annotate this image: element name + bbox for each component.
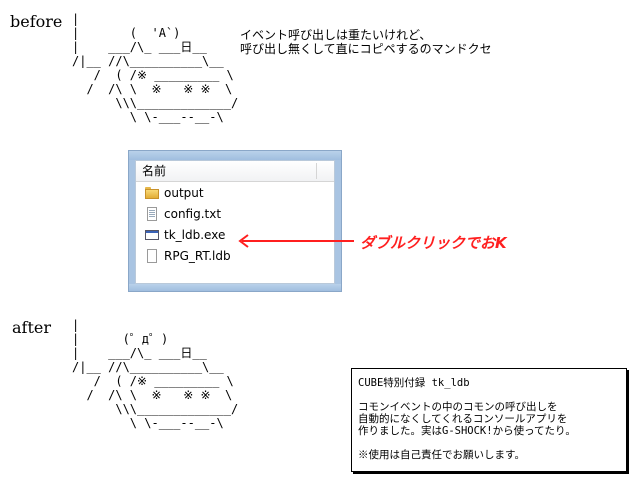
explorer-window: 名前 output config.txt tk_ldb.exe RPG_RT.l… (128, 150, 342, 292)
before-heading: before (10, 12, 63, 31)
before-note-line-2: 呼び出し無くして直にコピペするのマンドクセ (240, 42, 492, 56)
before-ascii-art: | | ( 'A`) | ___/\_ ___日__ /|__ //\_____… (72, 12, 239, 124)
file-name: output (164, 185, 204, 200)
text-file-icon (144, 206, 160, 222)
column-header-name[interactable]: 名前 (136, 161, 334, 182)
info-box-line-1: コモンイベントの中のコモンの呼び出しを (358, 401, 558, 413)
folder-icon (144, 185, 160, 201)
file-list: 名前 output config.txt tk_ldb.exe RPG_RT.l… (135, 160, 335, 284)
file-name: tk_ldb.exe (164, 227, 226, 242)
exe-icon (144, 227, 160, 243)
after-ascii-art: | | (゜д゜) | ___/\_ ___日__ /|__ //\______… (72, 318, 239, 430)
file-row-output[interactable]: output (136, 182, 334, 203)
file-name: RPG_RT.ldb (164, 248, 231, 263)
file-icon (144, 248, 160, 264)
info-box-line-3: 作りました。実はG-SHOCK!から使ってたり。 (358, 425, 576, 437)
double-click-callout: ダブルクリックでおK (360, 234, 507, 252)
column-header-label: 名前 (142, 164, 167, 178)
arrow-left-icon (238, 234, 354, 248)
info-box-disclaimer: ※使用は自己責任でお願いします。 (358, 449, 525, 461)
info-box: CUBE特別付録 tk_ldb コモンイベントの中のコモンの呼び出しを 自動的に… (351, 368, 627, 472)
file-row-config[interactable]: config.txt (136, 203, 334, 224)
before-note-line-1: イベント呼び出しは重たいけれど、 (240, 28, 432, 42)
info-box-title: CUBE特別付録 tk_ldb (358, 377, 470, 389)
after-heading: after (12, 318, 52, 337)
info-box-line-2: 自動的になくしてくれるコンソールアプリを (358, 413, 568, 425)
file-name: config.txt (164, 206, 222, 221)
